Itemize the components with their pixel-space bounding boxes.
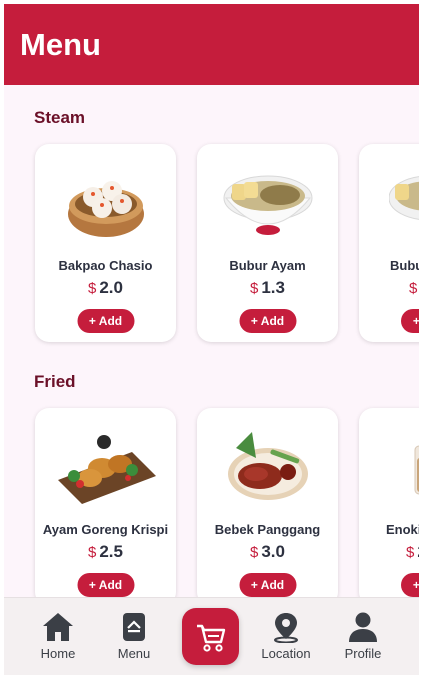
nav-location[interactable]: Location — [250, 610, 322, 661]
profile-icon — [327, 610, 399, 644]
menu-item-price: $ — [409, 278, 419, 298]
menu-card-bakpao-chasio[interactable]: Bakpao Chasio $2.0 + Add — [35, 144, 176, 342]
menu-icon — [98, 610, 170, 644]
menu-item-price: $2.0 — [35, 278, 176, 298]
currency-symbol: $ — [88, 544, 97, 561]
nav-menu-label: Menu — [117, 646, 151, 661]
menu-item-name: Bakpao Chasio — [58, 258, 153, 273]
nav-home[interactable]: Home — [22, 610, 94, 661]
menu-item-price: $3.0 — [197, 542, 338, 562]
price-value: 3.0 — [261, 542, 285, 561]
currency-symbol: $ — [88, 280, 97, 297]
menu-card-bubur-partial[interactable]: Bubur $ + Add — [359, 144, 419, 342]
menu-item-name: Ayam Goreng Krispi — [42, 522, 169, 537]
menu-item-name: Bubur — [390, 258, 419, 273]
menu-card-bubur-ayam[interactable]: Bubur Ayam $1.3 + Add — [197, 144, 338, 342]
add-button[interactable]: + Add — [239, 573, 296, 597]
currency-symbol: $ — [250, 280, 259, 297]
price-value: 2.0 — [99, 278, 123, 297]
add-button[interactable]: + Add — [401, 573, 419, 597]
bakpao-chasio-image — [35, 164, 176, 242]
menu-card-bebek-panggang[interactable]: Bebek Panggang $3.0 + Add — [197, 408, 338, 597]
add-button[interactable]: + Add — [77, 573, 134, 597]
app-frame: Menu Steam Bakpao Chasio $ 2.0 + Add Bub… — [4, 4, 419, 675]
bebek-panggang-image — [197, 428, 338, 506]
enoki-image — [359, 428, 419, 506]
cart-icon — [196, 624, 225, 652]
page-title: Menu — [20, 26, 101, 62]
bubur-image — [359, 164, 419, 242]
currency-symbol: $ — [250, 544, 259, 561]
location-pin-icon — [250, 610, 322, 644]
home-icon — [22, 610, 94, 644]
menu-item-name: Bubur Ayam — [229, 258, 306, 273]
app-bar: Menu — [4, 4, 419, 85]
ayam-goreng-krispi-image — [35, 428, 176, 506]
currency-symbol: $ — [406, 544, 415, 561]
menu-item-price: $2.5 — [35, 542, 176, 562]
menu-content[interactable]: Steam Bakpao Chasio $ 2.0 + Add Bubur Ay… — [4, 85, 419, 597]
bubur-ayam-image — [197, 164, 338, 242]
menu-item-name: Enoki — [386, 522, 419, 537]
currency-symbol: $ — [409, 280, 418, 297]
add-button[interactable]: + Add — [239, 309, 296, 333]
menu-item-price: $2 — [406, 542, 419, 562]
menu-card-ayam-goreng-krispi[interactable]: Ayam Goreng Krispi $2.5 + Add — [35, 408, 176, 597]
price-value: 2 — [417, 542, 419, 561]
bottom-navigation: Home Menu Location Profile — [4, 597, 419, 675]
nav-menu[interactable]: Menu — [98, 610, 170, 661]
fried-row[interactable]: Ayam Goreng Krispi $2.5 + Add Bebek Pang… — [35, 408, 419, 597]
add-button[interactable]: + Add — [77, 309, 134, 333]
menu-item-name: Bebek Panggang — [214, 522, 321, 537]
steam-row[interactable]: Bakpao Chasio $2.0 + Add Bubur Ayam $ 1.… — [35, 144, 419, 344]
nav-profile[interactable]: Profile — [327, 610, 399, 661]
section-title-fried: Fried — [34, 372, 76, 391]
price-value: 2.5 — [99, 542, 123, 561]
price-value: 1.3 — [261, 278, 285, 297]
menu-card-enoki-partial[interactable]: Enoki $2 + Add — [359, 408, 419, 597]
section-title-steam: Steam — [34, 108, 86, 127]
nav-location-label: Location — [261, 646, 311, 661]
nav-home-label: Home — [40, 646, 76, 661]
add-button[interactable]: + Add — [401, 309, 419, 333]
nav-profile-label: Profile — [344, 646, 382, 661]
menu-item-price: $1.3 — [197, 278, 338, 298]
cart-button[interactable] — [182, 608, 239, 665]
